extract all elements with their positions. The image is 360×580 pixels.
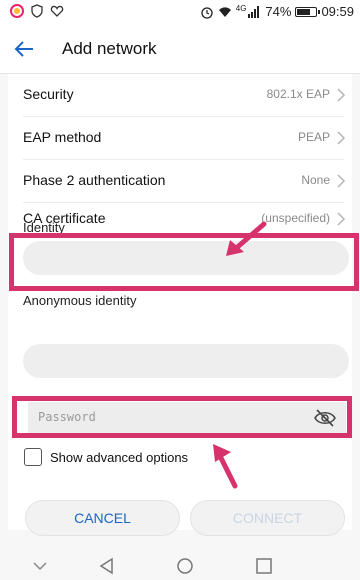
chevron-right-icon: [337, 88, 346, 102]
eap-method-label: EAP method: [23, 129, 102, 145]
chevron-right-icon: [337, 212, 346, 226]
battery-level: [297, 8, 311, 15]
alarm-icon: [201, 6, 213, 19]
nav-back-icon[interactable]: [97, 556, 117, 576]
shield-icon: [31, 4, 43, 18]
battery-percent: 74%: [265, 4, 292, 19]
identity-highlight-box: [9, 233, 359, 291]
heart-rate-icon: [50, 5, 64, 17]
phase2-auth-label: Phase 2 authentication: [23, 172, 166, 188]
page-title: Add network: [62, 39, 157, 58]
connect-button[interactable]: CONNECT: [190, 500, 345, 536]
password-highlight-box: [12, 396, 352, 438]
anonymous-identity-input[interactable]: [23, 344, 349, 378]
network-form: Security 802.1x EAP EAP method PEAP Phas…: [8, 74, 352, 530]
network-type-label: 4G: [235, 4, 247, 13]
eap-method-row[interactable]: EAP method PEAP: [8, 117, 352, 159]
security-row[interactable]: Security 802.1x EAP: [8, 74, 352, 116]
ca-certificate-value: (unspecified): [261, 211, 330, 225]
wifi-icon: [218, 6, 231, 17]
annotation-arrow-down: [226, 221, 267, 256]
advanced-options-checkbox[interactable]: [24, 448, 42, 466]
chevron-right-icon: [337, 174, 346, 188]
anonymous-identity-label: Anonymous identity: [23, 293, 137, 308]
cell-signal-icon: [248, 5, 260, 18]
annotation-arrow-up: [213, 444, 238, 489]
chevron-right-icon: [337, 131, 346, 145]
clock: 09:59: [321, 4, 354, 19]
nav-down-icon[interactable]: [30, 556, 50, 576]
app-bar: Add network: [0, 24, 360, 74]
cancel-button[interactable]: CANCEL: [25, 500, 180, 536]
security-value: 802.1x EAP: [266, 87, 330, 101]
security-label: Security: [23, 86, 74, 102]
back-arrow-icon[interactable]: [12, 37, 36, 61]
notification-icons: [10, 4, 64, 18]
status-bar: 4G 74% 09:59: [0, 0, 360, 24]
navigation-bar: [0, 552, 360, 580]
phase2-auth-value: None: [301, 173, 330, 187]
phase2-auth-row[interactable]: Phase 2 authentication None: [8, 160, 352, 202]
nav-home-icon[interactable]: [175, 556, 195, 576]
app-notification-icon: [10, 4, 24, 18]
eap-method-value: PEAP: [297, 130, 330, 144]
status-indicators: 4G 74% 09:59: [200, 4, 354, 19]
battery-icon: [295, 6, 321, 17]
nav-recents-icon[interactable]: [254, 556, 274, 576]
advanced-options-label: Show advanced options: [50, 450, 189, 465]
